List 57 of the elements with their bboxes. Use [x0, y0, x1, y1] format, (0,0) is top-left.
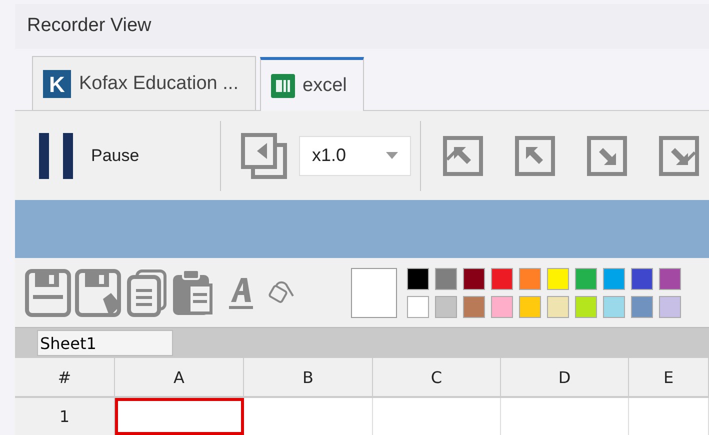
sheet-tab[interactable]: Sheet1 [37, 330, 173, 356]
color-swatch[interactable] [519, 296, 541, 318]
current-color [351, 268, 397, 318]
column-header[interactable]: D [501, 358, 629, 398]
pause-icon [39, 132, 75, 179]
copy-icon [127, 268, 167, 317]
color-swatch[interactable] [463, 268, 485, 290]
font-letter-icon [227, 276, 255, 310]
pause-button[interactable]: Pause [15, 126, 220, 186]
corner-header: # [15, 358, 115, 398]
color-swatch[interactable] [631, 296, 653, 318]
color-swatch[interactable] [575, 268, 597, 290]
save-as-button[interactable] [75, 268, 123, 317]
tab[interactable]: K Kofax Education ... [32, 56, 256, 110]
color-swatch[interactable] [603, 296, 625, 318]
color-swatch[interactable] [659, 296, 681, 318]
color-swatch[interactable] [519, 268, 541, 290]
color-swatch[interactable] [603, 268, 625, 290]
column-header[interactable]: A [115, 358, 244, 398]
paint-bucket-icon [267, 280, 295, 306]
color-swatch[interactable] [491, 296, 513, 318]
table-cell[interactable] [115, 398, 244, 435]
caret-icon [386, 152, 398, 160]
color-swatch[interactable] [547, 296, 569, 318]
save-pencil-icon [75, 268, 123, 317]
font-button[interactable] [227, 276, 255, 310]
color-swatch[interactable] [407, 296, 429, 318]
tab[interactable]: excel [260, 57, 364, 112]
color-swatch[interactable] [463, 296, 485, 318]
color-swatch[interactable] [407, 268, 429, 290]
row-header[interactable]: 1 [15, 398, 115, 435]
paste-button[interactable] [171, 268, 215, 317]
screenshot-button[interactable] [241, 132, 287, 179]
spreadsheet-icon [270, 74, 294, 98]
color-swatch[interactable] [491, 268, 513, 290]
arrow-button[interactable] [515, 136, 555, 176]
color-swatch[interactable] [659, 268, 681, 290]
color-swatch[interactable] [575, 296, 597, 318]
save-icon [25, 268, 71, 317]
speed-dropdown[interactable]: x1.0 [299, 136, 411, 176]
arrow-button[interactable] [443, 136, 483, 176]
color-swatch[interactable] [435, 296, 457, 318]
fill-button[interactable] [267, 280, 295, 306]
overlapping-windows-icon [241, 132, 287, 179]
copy-button[interactable] [127, 268, 167, 317]
arrow-button[interactable] [659, 136, 699, 176]
color-swatch[interactable] [631, 268, 653, 290]
column-header[interactable]: E [629, 358, 709, 398]
clipboard-icon [171, 268, 215, 317]
k-logo-icon: K [43, 70, 71, 98]
save-button[interactable] [25, 268, 71, 317]
column-header[interactable]: C [373, 358, 501, 398]
column-header[interactable]: B [244, 358, 373, 398]
arrow-button[interactable] [587, 136, 627, 176]
window-title: Recorder View [27, 15, 152, 38]
color-swatch[interactable] [435, 268, 457, 290]
color-swatch[interactable] [547, 268, 569, 290]
